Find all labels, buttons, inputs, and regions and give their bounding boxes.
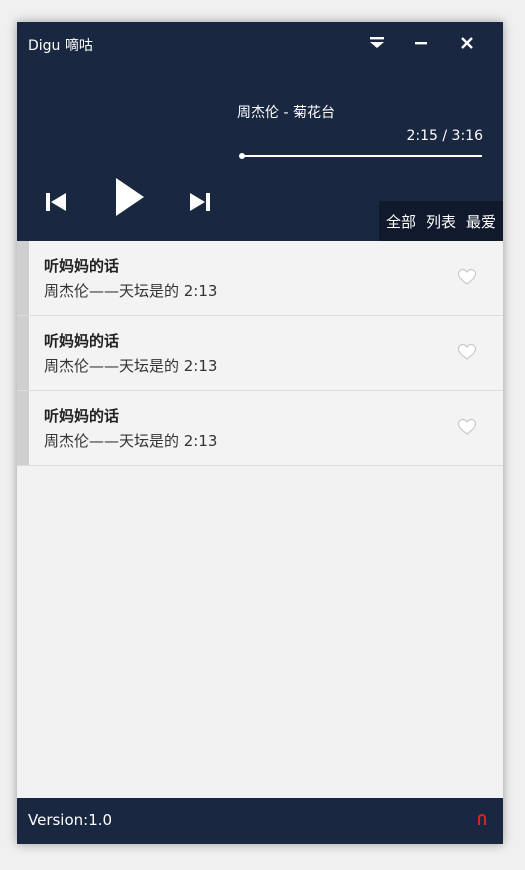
tab-list[interactable]: 列表 (421, 211, 461, 232)
view-tabs: 全部 列表 最爱 (378, 201, 503, 241)
list-item[interactable]: 听妈妈的话 周杰伦——天坛是的 2:13 (17, 391, 503, 466)
magnet-icon[interactable] (477, 812, 487, 826)
previous-button[interactable] (44, 191, 68, 217)
now-playing-title: 周杰伦 - 菊花台 (237, 105, 335, 121)
song-subtitle: 周杰伦——天坛是的 2:13 (44, 357, 218, 375)
minimize-button[interactable] (408, 30, 434, 56)
version-label: Version:1.0 (28, 811, 113, 829)
app-title: Digu 嘀咕 (28, 38, 93, 54)
song-subtitle: 周杰伦——天坛是的 2:13 (44, 432, 218, 450)
heart-icon[interactable] (457, 418, 477, 436)
heart-icon[interactable] (457, 343, 477, 361)
skip-previous-icon (46, 193, 66, 211)
heart-icon[interactable] (457, 268, 477, 286)
close-icon (461, 37, 473, 49)
dropdown-menu-button[interactable] (364, 30, 390, 56)
list-item[interactable]: 听妈妈的话 周杰伦——天坛是的 2:13 (17, 241, 503, 316)
footer-bar: Version:1.0 (17, 798, 503, 844)
list-item-marker (17, 316, 29, 390)
song-title: 听妈妈的话 (44, 257, 120, 275)
list-item-marker (17, 241, 29, 315)
player-window: Digu 嘀咕 周杰伦 - 菊花台 2:15 / 3:16 全部 列表 最爱 听… (17, 22, 503, 844)
tab-all[interactable]: 全部 (381, 211, 421, 232)
list-item-marker (17, 391, 29, 465)
list-item[interactable]: 听妈妈的话 周杰伦——天坛是的 2:13 (17, 316, 503, 391)
next-button[interactable] (188, 191, 212, 217)
header-panel: Digu 嘀咕 周杰伦 - 菊花台 2:15 / 3:16 全部 列表 最爱 (17, 22, 503, 241)
dropdown-menu-icon (370, 37, 384, 48)
tab-favorites[interactable]: 最爱 (461, 211, 501, 232)
song-subtitle: 周杰伦——天坛是的 2:13 (44, 282, 218, 300)
song-title: 听妈妈的话 (44, 332, 120, 350)
progress-knob[interactable] (239, 153, 245, 159)
skip-next-icon (190, 193, 210, 211)
song-title: 听妈妈的话 (44, 407, 120, 425)
playback-time: 2:15 / 3:16 (406, 128, 484, 144)
minimize-icon (415, 42, 427, 45)
play-button[interactable] (114, 177, 146, 221)
close-button[interactable] (454, 30, 480, 56)
song-list: 听妈妈的话 周杰伦——天坛是的 2:13 听妈妈的话 周杰伦——天坛是的 2:1… (17, 241, 503, 466)
progress-track[interactable] (242, 155, 482, 157)
play-icon (116, 178, 144, 216)
